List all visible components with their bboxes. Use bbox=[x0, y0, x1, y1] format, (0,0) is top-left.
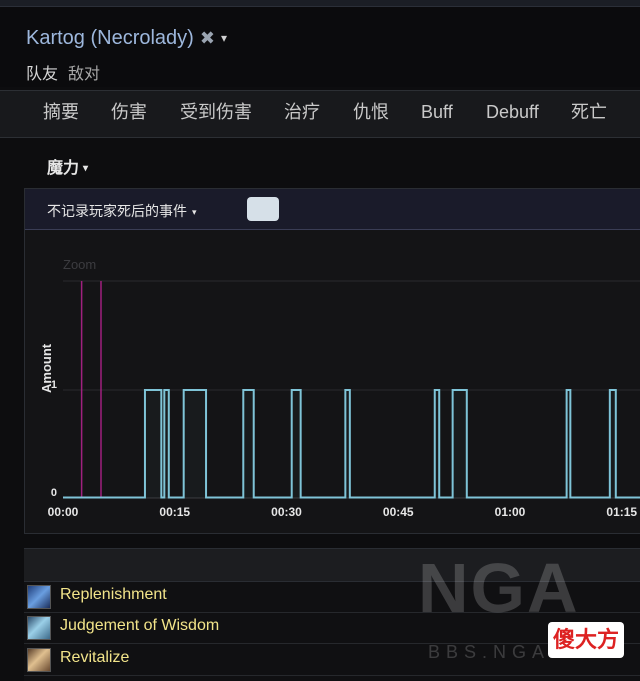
tab-deaths[interactable]: 死亡 bbox=[571, 91, 607, 137]
pulse-2 bbox=[183, 390, 207, 498]
y-axis-label: Amount bbox=[39, 343, 54, 393]
pulse-6 bbox=[434, 390, 440, 498]
pulse-5 bbox=[345, 390, 350, 498]
x-tick-label-2: 00:30 bbox=[271, 505, 302, 519]
chart-title: Zoom bbox=[63, 257, 96, 272]
watermark-badge: 傻大方 bbox=[548, 622, 624, 658]
top-border bbox=[0, 0, 640, 7]
main-nav: 摘要 伤害 受到伤害 治疗 仇恨 Buff Debuff 死亡 bbox=[0, 90, 640, 138]
graph-panel-header: 不记录玩家死后的事件 ▾ bbox=[25, 189, 640, 230]
pulse-8 bbox=[566, 390, 571, 498]
pulse-1 bbox=[164, 390, 169, 498]
close-icon[interactable]: ✖ bbox=[200, 28, 215, 48]
y-tick-label-0: 0 bbox=[51, 487, 57, 499]
pulse-7 bbox=[452, 390, 467, 498]
watermark-logo: NGA bbox=[418, 549, 580, 627]
tab-healing[interactable]: 治疗 bbox=[284, 91, 320, 137]
x-tick-label-5: 01:15 bbox=[606, 505, 637, 519]
page-title: Kartog (Necrolady) ✖ ▾ bbox=[26, 27, 227, 50]
chevron-down-icon: ▾ bbox=[192, 207, 197, 217]
tab-threat[interactable]: 仇恨 bbox=[353, 91, 389, 137]
chevron-down-icon[interactable]: ▾ bbox=[221, 31, 227, 45]
tab-hostile[interactable]: 敌对 bbox=[68, 66, 100, 83]
replenishment-icon bbox=[27, 585, 51, 609]
tab-debuff[interactable]: Debuff bbox=[486, 91, 539, 137]
player-name: Kartog (Necrolady) bbox=[26, 27, 194, 49]
pulse-4 bbox=[291, 390, 301, 498]
x-tick-label-3: 00:45 bbox=[383, 505, 414, 519]
spell-name[interactable]: Revitalize bbox=[60, 649, 129, 667]
x-tick-label-0: 00:00 bbox=[48, 505, 79, 519]
pulse-0 bbox=[144, 390, 162, 498]
resource-label: 魔力 bbox=[47, 160, 80, 177]
pulse-9 bbox=[609, 390, 616, 498]
judgement-icon bbox=[27, 616, 51, 640]
chart-svg[interactable]: Zoom0100:00 00:15 00:30 00:45 01:00 01:15 bbox=[25, 230, 640, 530]
filter-toggle[interactable] bbox=[247, 197, 279, 221]
pulse-3 bbox=[243, 390, 254, 498]
tab-damage-taken[interactable]: 受到伤害 bbox=[180, 91, 252, 137]
tab-damage[interactable]: 伤害 bbox=[111, 91, 147, 137]
spell-name[interactable]: Judgement of Wisdom bbox=[60, 617, 219, 635]
graph-panel: 不记录玩家死后的事件 ▾ Zoom 0 1 00:00 00:15 00:30 00:45 01… bbox=[24, 188, 640, 534]
revitalize-icon bbox=[27, 648, 51, 672]
tab-buff[interactable]: Buff bbox=[421, 91, 453, 137]
x-tick-label-4: 01:00 bbox=[495, 505, 526, 519]
tab-friendly[interactable]: 队友 bbox=[26, 66, 58, 83]
x-tick-label-1: 00:15 bbox=[159, 505, 190, 519]
resource-chart[interactable]: Zoom 0 1 00:00 00:15 00:30 00:45 01:00 01:15 Amo… bbox=[25, 230, 640, 530]
faction-tabs: 队友 敌对 bbox=[26, 60, 110, 84]
tab-summary[interactable]: 摘要 bbox=[43, 91, 79, 137]
chevron-down-icon: ▾ bbox=[83, 163, 89, 174]
spell-name[interactable]: Replenishment bbox=[60, 586, 167, 604]
death-filter-dropdown[interactable]: 不记录玩家死后的事件 ▾ bbox=[47, 201, 197, 221]
death-filter-label: 不记录玩家死后的事件 bbox=[47, 203, 187, 219]
page-header: Kartog (Necrolady) ✖ ▾ 队友 敌对 bbox=[0, 7, 640, 87]
resource-dropdown[interactable]: 魔力 ▾ bbox=[47, 154, 88, 178]
